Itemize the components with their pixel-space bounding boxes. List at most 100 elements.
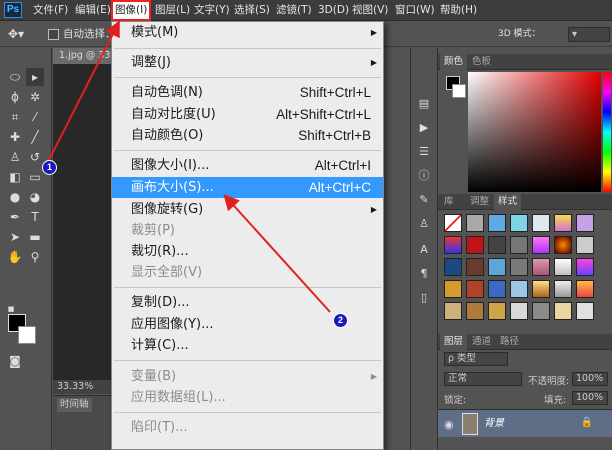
style-swatch[interactable] — [488, 236, 506, 254]
marquee-tool-icon[interactable]: ⬭ — [6, 68, 24, 86]
style-swatch[interactable] — [554, 302, 572, 320]
crop-tool-icon[interactable]: ⌗ — [6, 108, 24, 126]
blur-tool-icon[interactable]: ● — [6, 188, 24, 206]
actions-icon[interactable]: ▶ — [416, 120, 432, 136]
tab-paths[interactable]: 路径 — [496, 334, 523, 350]
move-tool-icon[interactable]: ▸ — [26, 68, 44, 86]
tab-libraries[interactable]: 库 — [440, 194, 458, 210]
menu-item-canvas-size[interactable]: 画布大小(S)... Alt+Ctrl+C — [112, 177, 383, 198]
menu-3d[interactable]: 3D(D) — [316, 0, 351, 21]
eyedropper-icon[interactable]: ⁄ — [26, 108, 44, 126]
style-swatch[interactable] — [554, 258, 572, 276]
tab-adjustments[interactable]: 调整 — [466, 194, 493, 210]
style-swatch[interactable] — [444, 258, 462, 276]
glyphs-icon[interactable]: ▯ — [416, 290, 432, 306]
tab-layers[interactable]: 图层 — [440, 334, 468, 350]
style-swatch[interactable] — [576, 280, 594, 298]
menu-select[interactable]: 选择(S) — [232, 0, 272, 21]
tab-swatches[interactable]: 色板 — [468, 54, 495, 70]
style-swatch[interactable] — [510, 236, 528, 254]
move-tool-icon[interactable]: ✥▾ — [8, 22, 24, 47]
style-swatch[interactable] — [466, 214, 484, 232]
paragraph-icon[interactable]: ¶ — [416, 266, 432, 282]
style-swatch[interactable] — [466, 302, 484, 320]
style-swatch[interactable] — [554, 214, 572, 232]
healing-brush-icon[interactable]: ✚ — [6, 128, 24, 146]
blend-mode-select[interactable]: 正常 — [444, 372, 522, 386]
path-select-icon[interactable]: ➤ — [6, 228, 24, 246]
style-swatch[interactable] — [444, 280, 462, 298]
default-colors-icon[interactable]: ■ — [6, 304, 16, 314]
style-swatch[interactable] — [576, 236, 594, 254]
zoom-tool-icon[interactable]: ⚲ — [26, 248, 44, 266]
layer-row-background[interactable]: ◉ 背景 🔒 — [438, 409, 612, 437]
menu-window[interactable]: 窗口(W) — [393, 0, 437, 21]
menu-layer[interactable]: 图层(L) — [153, 0, 192, 21]
style-swatch[interactable] — [510, 214, 528, 232]
style-swatch[interactable] — [532, 236, 550, 254]
style-swatch[interactable] — [488, 302, 506, 320]
gradient-tool-icon[interactable]: ▭ — [26, 168, 44, 186]
eraser-tool-icon[interactable]: ◧ — [6, 168, 24, 186]
style-swatch[interactable] — [444, 214, 462, 232]
menu-item-calculations[interactable]: 计算(C)... — [112, 335, 383, 356]
document-tab[interactable]: 1.jpg @ 33.3 — [53, 48, 113, 64]
menu-item-auto-contrast[interactable]: 自动对比度(U) Alt+Shift+Ctrl+L — [112, 104, 383, 125]
magic-wand-icon[interactable]: ✲ — [26, 88, 44, 106]
style-swatch[interactable] — [576, 258, 594, 276]
background-color[interactable] — [18, 326, 36, 344]
menu-item-mode[interactable]: 模式(M) ▶ — [112, 22, 383, 43]
style-swatch[interactable] — [488, 280, 506, 298]
menu-item-auto-tone[interactable]: 自动色调(N) Shift+Ctrl+L — [112, 82, 383, 103]
type-tool-icon[interactable]: T — [26, 208, 44, 226]
lasso-tool-icon[interactable]: ϕ — [6, 88, 24, 106]
pen-tool-icon[interactable]: ✒ — [6, 208, 24, 226]
style-swatch[interactable] — [532, 258, 550, 276]
auto-select-checkbox[interactable] — [48, 29, 59, 40]
fill-value[interactable]: 100% — [572, 391, 608, 405]
style-swatch[interactable] — [554, 280, 572, 298]
style-swatch[interactable] — [576, 302, 594, 320]
shape-tool-icon[interactable]: ▬ — [26, 228, 44, 246]
menu-item-auto-color[interactable]: 自动颜色(O) Shift+Ctrl+B — [112, 125, 383, 146]
style-swatch[interactable] — [532, 280, 550, 298]
history-icon[interactable]: ▤ — [416, 96, 432, 112]
style-swatch[interactable] — [444, 236, 462, 254]
clone-stamp-icon[interactable]: ♙ — [6, 148, 24, 166]
menu-view[interactable]: 视图(V) — [350, 0, 390, 21]
menu-image[interactable]: 图像(I) — [111, 0, 152, 21]
style-swatch[interactable] — [466, 258, 484, 276]
quick-mask-icon[interactable]: ◙ — [6, 352, 24, 370]
style-swatch[interactable] — [466, 280, 484, 298]
style-swatch[interactable] — [554, 236, 572, 254]
menu-filter[interactable]: 滤镜(T) — [274, 0, 314, 21]
character-icon[interactable]: A — [416, 242, 432, 258]
menu-item-image-size[interactable]: 图像大小(I)... Alt+Ctrl+I — [112, 155, 383, 176]
brush-tool-icon[interactable]: ╱ — [26, 128, 44, 146]
menu-file[interactable]: 文件(F) — [31, 0, 70, 21]
style-swatch[interactable] — [532, 214, 550, 232]
menu-help[interactable]: 帮助(H) — [438, 0, 479, 21]
menu-item-trim[interactable]: 裁切(R)... — [112, 241, 383, 262]
tab-color[interactable]: 颜色 — [440, 54, 468, 70]
style-swatch[interactable] — [510, 302, 528, 320]
style-swatch[interactable] — [510, 258, 528, 276]
style-swatch[interactable] — [532, 302, 550, 320]
mode-3d-select[interactable]: ▾ — [568, 27, 610, 42]
menu-edit[interactable]: 编辑(E) — [73, 0, 113, 21]
hue-slider[interactable] — [603, 72, 611, 192]
tab-styles[interactable]: 样式 — [494, 194, 522, 210]
style-swatch[interactable] — [466, 236, 484, 254]
color-picker-field[interactable] — [468, 72, 601, 192]
menu-item-image-rotation[interactable]: 图像旋转(G) ▶ — [112, 199, 383, 220]
menu-item-adjustments[interactable]: 调整(J) ▶ — [112, 52, 383, 73]
style-swatch[interactable] — [488, 214, 506, 232]
hand-tool-icon[interactable]: ✋ — [6, 248, 24, 266]
dodge-tool-icon[interactable]: ◕ — [26, 188, 44, 206]
tab-channels[interactable]: 通道 — [468, 334, 495, 350]
style-swatch[interactable] — [488, 258, 506, 276]
style-swatch[interactable] — [444, 302, 462, 320]
layer-kind-filter[interactable]: ρ 类型 — [444, 352, 508, 366]
style-swatch[interactable] — [510, 280, 528, 298]
clone-source-icon[interactable]: ♙ — [416, 216, 432, 232]
